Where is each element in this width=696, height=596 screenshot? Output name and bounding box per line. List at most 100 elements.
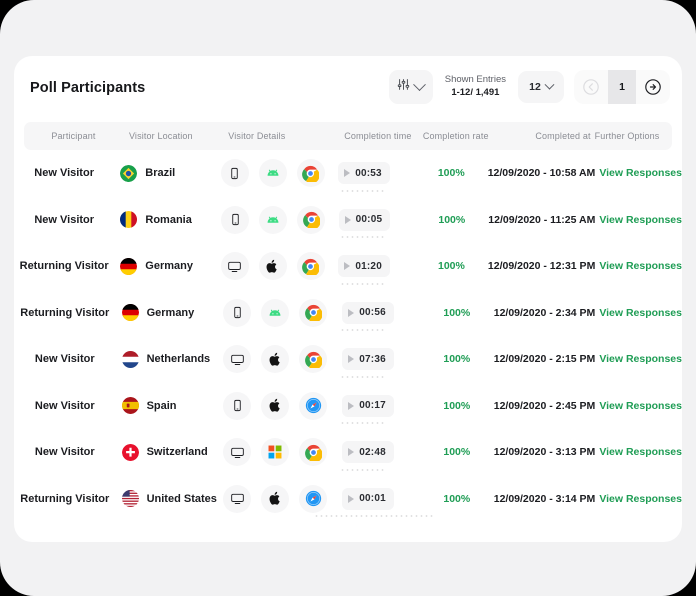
per-page-value: 12: [529, 81, 541, 93]
completion-rate-cell: 100%: [420, 353, 494, 365]
netherlands-flag-icon: [121, 350, 139, 368]
mobile-icon: [223, 298, 252, 327]
completion-time-pill[interactable]: 00:01: [342, 487, 394, 510]
completed-at-cell: 12/09/2020 - 3:13 PM: [494, 446, 596, 458]
pagination: 1: [574, 70, 670, 104]
completion-time-pill[interactable]: 02:48: [342, 441, 394, 464]
participant-label: Returning Visitor: [20, 492, 110, 505]
participant-label: New Visitor: [34, 399, 95, 412]
visitor-location-cell: Germany: [116, 304, 220, 322]
completion-rate-label: 100%: [443, 306, 471, 319]
visitor-details-cell: [219, 345, 334, 374]
completed-at-cell: 12/09/2020 - 11:25 AM: [488, 214, 595, 226]
current-page[interactable]: 1: [608, 70, 636, 104]
chrome-icon: [296, 252, 325, 281]
completion-time-cell: 07:36: [334, 348, 420, 371]
completed-at-label: 12/09/2020 - 11:25 AM: [488, 213, 596, 226]
view-responses-link[interactable]: View Responses: [599, 446, 682, 458]
completion-time-label: 00:05: [355, 214, 383, 226]
column-header-visitor-details: Visitor Details: [228, 131, 286, 141]
completed-at-label: 12/09/2020 - 10:58 AM: [487, 167, 596, 180]
germany-flag-icon: [121, 304, 139, 322]
table-row[interactable]: New Visitor Spain 00:17 100% 12/09/2020 …: [14, 383, 682, 430]
table-row[interactable]: New Visitor Brazil 00:53 100% 12/09/2020…: [14, 150, 682, 197]
completion-time-label: 01:20: [355, 260, 382, 272]
column-header-completion-time: Completion time: [344, 131, 412, 141]
further-options-cell: View Responses: [595, 307, 682, 319]
view-responses-link[interactable]: View Responses: [599, 214, 682, 226]
mobile-icon: [220, 159, 249, 188]
apple-icon: [261, 391, 290, 420]
chevron-down-icon: [413, 77, 427, 91]
completion-time-pill[interactable]: 01:20: [338, 255, 390, 278]
completion-time-label: 00:56: [359, 307, 386, 319]
table-header-row: Participant Visitor Location Visitor Det…: [24, 122, 672, 150]
participant-cell: New Visitor: [14, 167, 114, 179]
participant-label: Returning Visitor: [20, 306, 110, 319]
completion-rate-cell: 100%: [420, 446, 494, 458]
completion-rate-label: 100%: [443, 492, 471, 505]
column-header-completed-at: Completed at: [535, 131, 591, 141]
sliders-icon: [397, 78, 410, 96]
per-page-select[interactable]: 12: [518, 71, 564, 103]
view-responses-link[interactable]: View Responses: [599, 260, 682, 272]
visitor-details-cell: [219, 298, 334, 327]
participant-label: New Visitor: [34, 446, 95, 459]
completion-time-pill[interactable]: 00:53: [338, 162, 390, 185]
chrome-icon: [299, 298, 328, 327]
table-row[interactable]: New Visitor Netherlands 07:36 100% 12/09: [14, 336, 682, 383]
view-responses-link[interactable]: View Responses: [599, 353, 682, 365]
participant-label: New Visitor: [34, 213, 95, 226]
table-body: New Visitor Brazil 00:53 100% 12/09/2020…: [14, 150, 682, 522]
visitor-details-cell: [217, 159, 330, 188]
table-row[interactable]: New Visitor Switzerland 02:48 100% 12/09: [14, 429, 682, 476]
further-options-cell: View Responses: [595, 493, 682, 505]
filter-button[interactable]: [388, 70, 433, 104]
shown-entries-label: Shown Entries: [444, 74, 506, 86]
table-row[interactable]: Returning Visitor Germany 01:20 100% 12/: [14, 243, 682, 290]
table-row[interactable]: Returning Visitor Germany 00:56 100% 12/…: [14, 290, 682, 337]
participant-cell: Returning Visitor: [14, 260, 114, 272]
table-row[interactable]: New Visitor Romania 00:05 100% 12/09/202…: [14, 197, 682, 244]
further-options-cell: View Responses: [595, 214, 682, 226]
visitor-location-cell: Switzerland: [116, 443, 220, 461]
visitor-location-cell: Germany: [114, 257, 217, 275]
completion-time-label: 02:48: [359, 446, 386, 458]
completion-rate-label: 100%: [438, 260, 465, 273]
prev-page-button[interactable]: [574, 70, 608, 104]
view-responses-link[interactable]: View Responses: [599, 307, 682, 319]
play-icon: [348, 494, 355, 503]
view-responses-link[interactable]: View Responses: [599, 167, 682, 179]
completed-at-label: 12/09/2020 - 2:15 PM: [493, 353, 596, 366]
play-icon: [348, 308, 355, 317]
completion-time-cell: 00:17: [334, 394, 420, 417]
play-icon: [344, 169, 351, 178]
mobile-icon: [223, 391, 252, 420]
spain-flag-icon: [121, 397, 139, 415]
play-icon: [344, 262, 351, 271]
completion-time-label: 00:53: [355, 167, 382, 179]
safari-icon: [299, 484, 328, 513]
participant-cell: Returning Visitor: [14, 493, 116, 505]
completed-at-cell: 12/09/2020 - 2:34 PM: [494, 307, 596, 319]
visitor-location-cell: Romania: [114, 211, 217, 229]
safari-icon: [299, 391, 328, 420]
united-states-flag-icon: [121, 490, 139, 508]
apple-icon: [261, 484, 290, 513]
completion-time-pill[interactable]: 07:36: [342, 348, 394, 371]
table-row[interactable]: Returning Visitor United States 00:01 10…: [14, 476, 682, 523]
row-separator: [340, 189, 386, 192]
further-options-cell: View Responses: [595, 446, 682, 458]
completion-time-pill[interactable]: 00:56: [342, 301, 394, 324]
desktop-icon: [223, 438, 252, 467]
row-separator: [340, 282, 386, 285]
view-responses-link[interactable]: View Responses: [599, 493, 682, 505]
completion-time-pill[interactable]: 00:05: [338, 208, 391, 231]
windows-icon: [261, 438, 290, 467]
column-header-participant: Participant: [51, 131, 96, 141]
android-icon: [258, 159, 287, 188]
next-page-button[interactable]: [636, 70, 670, 104]
completion-time-pill[interactable]: 00:17: [342, 394, 394, 417]
view-responses-link[interactable]: View Responses: [599, 400, 682, 412]
country-label: Netherlands: [146, 353, 211, 366]
